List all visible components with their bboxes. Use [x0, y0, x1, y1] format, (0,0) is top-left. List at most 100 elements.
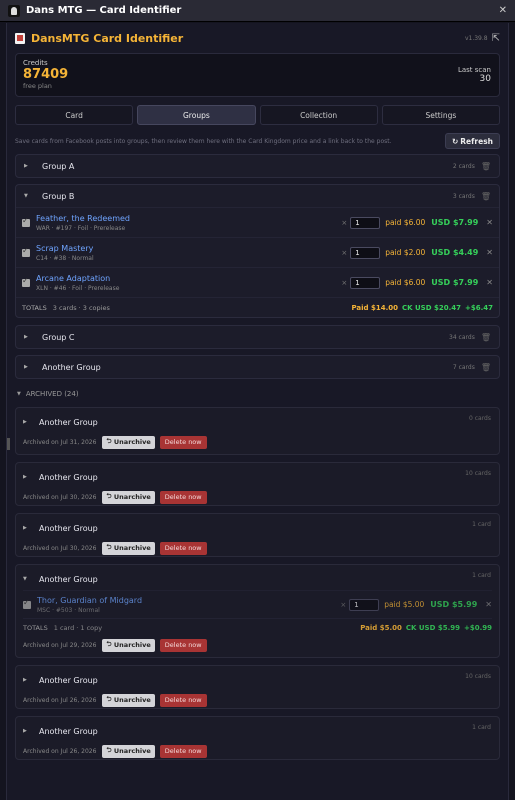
card-checkbox[interactable]: [23, 598, 31, 609]
totals-count: 3 cards · 3 copies: [52, 303, 110, 312]
archived-group: ▶ Another Group 0 cards Archived on Jul …: [15, 407, 500, 455]
group-name: Another Group: [39, 675, 98, 685]
delete-now-button[interactable]: Delete now: [159, 638, 207, 652]
card-name-link[interactable]: Arcane Adaptation: [36, 274, 341, 283]
archived-group-header[interactable]: ▶ Another Group: [23, 411, 492, 433]
card-meta: C14 · #38 · Normal: [36, 254, 94, 262]
totals-row: TOTALS 1 card · 1 copy Paid $5.00 CK USD…: [23, 618, 492, 636]
paid-price: paid $2.00: [385, 248, 426, 257]
delete-now-button[interactable]: Delete now: [159, 693, 207, 707]
refresh-icon: ↻: [451, 136, 459, 146]
card-meta: WAR · #197 · Foil · Prerelease: [36, 224, 126, 232]
delete-now-button[interactable]: Delete now: [159, 490, 207, 504]
paid-price: paid $5.00: [384, 600, 425, 609]
quantity-input[interactable]: 1: [350, 246, 381, 259]
tab-bar: Card Groups Collection Settings: [15, 105, 500, 125]
quantity-input[interactable]: 1: [350, 276, 381, 289]
remove-card-icon[interactable]: ✕: [486, 278, 493, 287]
groups-hint: Save cards from Facebook posts into grou…: [15, 137, 392, 145]
remove-card-icon[interactable]: ✕: [486, 218, 493, 227]
tab-collection[interactable]: Collection: [259, 105, 378, 125]
trash-icon[interactable]: 🗑: [481, 363, 491, 372]
card-checkbox[interactable]: [22, 246, 30, 257]
archived-group-header[interactable]: ▶ Another Group: [23, 669, 492, 691]
archived-group: ▶ Another Group 1 card Archived on Jul 2…: [15, 716, 500, 760]
group-header[interactable]: ▶ Group A 2 cards 🗑: [16, 155, 499, 177]
totals-label: TOTALS: [23, 623, 48, 632]
unarchive-button[interactable]: ⮌ Unarchive: [102, 693, 155, 707]
archived-group-expanded: ▼ Another Group 1 card Thor, Guardian of…: [15, 564, 500, 658]
group-b: ▼ Group B 3 cards 🗑 Feather, the Redeeme…: [15, 184, 500, 318]
group-header[interactable]: ▶ Group C 34 cards 🗑: [16, 326, 499, 348]
unarchive-icon: ⮌: [106, 694, 114, 703]
trash-icon[interactable]: 🗑: [481, 162, 491, 171]
card-row: Thor, Guardian of Midgard MSC · #503 · N…: [23, 590, 492, 618]
archived-group-header[interactable]: ▶ Another Group: [23, 466, 492, 488]
totals-label: TOTALS: [22, 303, 47, 312]
card-info: Feather, the Redeemed WAR · #197 · Foil …: [36, 214, 341, 232]
quantity-input[interactable]: 1: [350, 216, 381, 229]
tab-groups[interactable]: Groups: [137, 105, 256, 125]
qty-multiplier-icon: ×: [341, 278, 348, 287]
unarchive-button[interactable]: ⮌ Unarchive: [102, 638, 155, 652]
group-name: Another Group: [39, 726, 98, 736]
unarchive-button[interactable]: ⮌ Unarchive: [102, 435, 155, 449]
caret-right-icon[interactable]: ▶: [23, 474, 39, 480]
caret-right-icon[interactable]: ▶: [23, 728, 39, 734]
open-external-icon[interactable]: ⇱: [492, 33, 500, 44]
tab-settings[interactable]: Settings: [381, 105, 500, 125]
caret-down-icon[interactable]: ▼: [24, 193, 42, 199]
group-count: 34 cards: [449, 333, 475, 341]
unarchive-button[interactable]: ⮌ Unarchive: [102, 490, 155, 504]
pin-icon[interactable]: ✕: [499, 5, 507, 16]
last-scan: Last scan 30: [458, 66, 491, 84]
unarchive-label: Unarchive: [113, 747, 151, 755]
unarchive-button[interactable]: ⮌ Unarchive: [102, 744, 155, 758]
card-checkbox[interactable]: [22, 276, 30, 287]
paid-price: paid $6.00: [385, 278, 426, 287]
last-scan-label: Last scan: [457, 66, 491, 74]
remove-card-icon[interactable]: ✕: [486, 248, 493, 257]
group-name: Group C: [42, 332, 75, 342]
paid-price: paid $6.00: [385, 218, 426, 227]
caret-right-icon[interactable]: ▶: [24, 163, 42, 169]
group-header[interactable]: ▼ Group B 3 cards 🗑: [16, 185, 499, 207]
group-name: Another Group: [39, 523, 98, 533]
caret-right-icon[interactable]: ▶: [24, 334, 42, 340]
archived-toggle[interactable]: ▼ ARCHIVED (24): [17, 388, 498, 400]
group-name: Another Group: [39, 472, 98, 482]
caret-right-icon[interactable]: ▶: [23, 525, 39, 531]
delete-now-button[interactable]: Delete now: [159, 744, 207, 758]
usd-price: USD $7.99: [431, 218, 479, 227]
resize-handle[interactable]: [7, 438, 10, 450]
delete-now-button[interactable]: Delete now: [159, 435, 207, 449]
archived-date: Archived on Jul 31, 2026: [23, 438, 97, 446]
archived-group-header[interactable]: ▶ Another Group: [23, 517, 492, 539]
group-name: Another Group: [39, 417, 98, 427]
totals-ck-usd: CK USD $20.47: [402, 303, 461, 312]
group-header[interactable]: ▶ Another Group 7 cards 🗑: [16, 356, 499, 378]
caret-down-icon[interactable]: ▼: [23, 576, 39, 582]
quantity-input[interactable]: 1: [349, 598, 380, 611]
delete-now-button[interactable]: Delete now: [159, 541, 207, 555]
card-name-link[interactable]: Thor, Guardian of Midgard: [37, 596, 340, 605]
trash-icon[interactable]: 🗑: [481, 333, 491, 342]
caret-right-icon[interactable]: ▶: [23, 677, 39, 683]
refresh-button[interactable]: ↻ Refresh: [444, 133, 500, 149]
remove-card-icon[interactable]: ✕: [485, 600, 492, 609]
unarchive-button[interactable]: ⮌ Unarchive: [102, 541, 155, 555]
caret-right-icon[interactable]: ▶: [24, 364, 42, 370]
archived-actions: Archived on Jul 31, 2026 ⮌ Unarchive Del…: [23, 433, 492, 451]
totals-paid: Paid $14.00: [351, 303, 398, 312]
tab-card[interactable]: Card: [15, 105, 134, 125]
caret-right-icon[interactable]: ▶: [23, 419, 39, 425]
version-label: v1.39.8: [464, 34, 488, 42]
card-name-link[interactable]: Scrap Mastery: [36, 244, 341, 253]
archived-group-header[interactable]: ▼ Another Group: [23, 568, 492, 590]
qty-multiplier-icon: ×: [340, 600, 347, 609]
trash-icon[interactable]: 🗑: [481, 192, 491, 201]
card-checkbox[interactable]: [22, 216, 30, 227]
card-name-link[interactable]: Feather, the Redeemed: [36, 214, 341, 223]
totals-paid: Paid $5.00: [360, 623, 402, 632]
archived-group-header[interactable]: ▶ Another Group: [23, 720, 492, 742]
